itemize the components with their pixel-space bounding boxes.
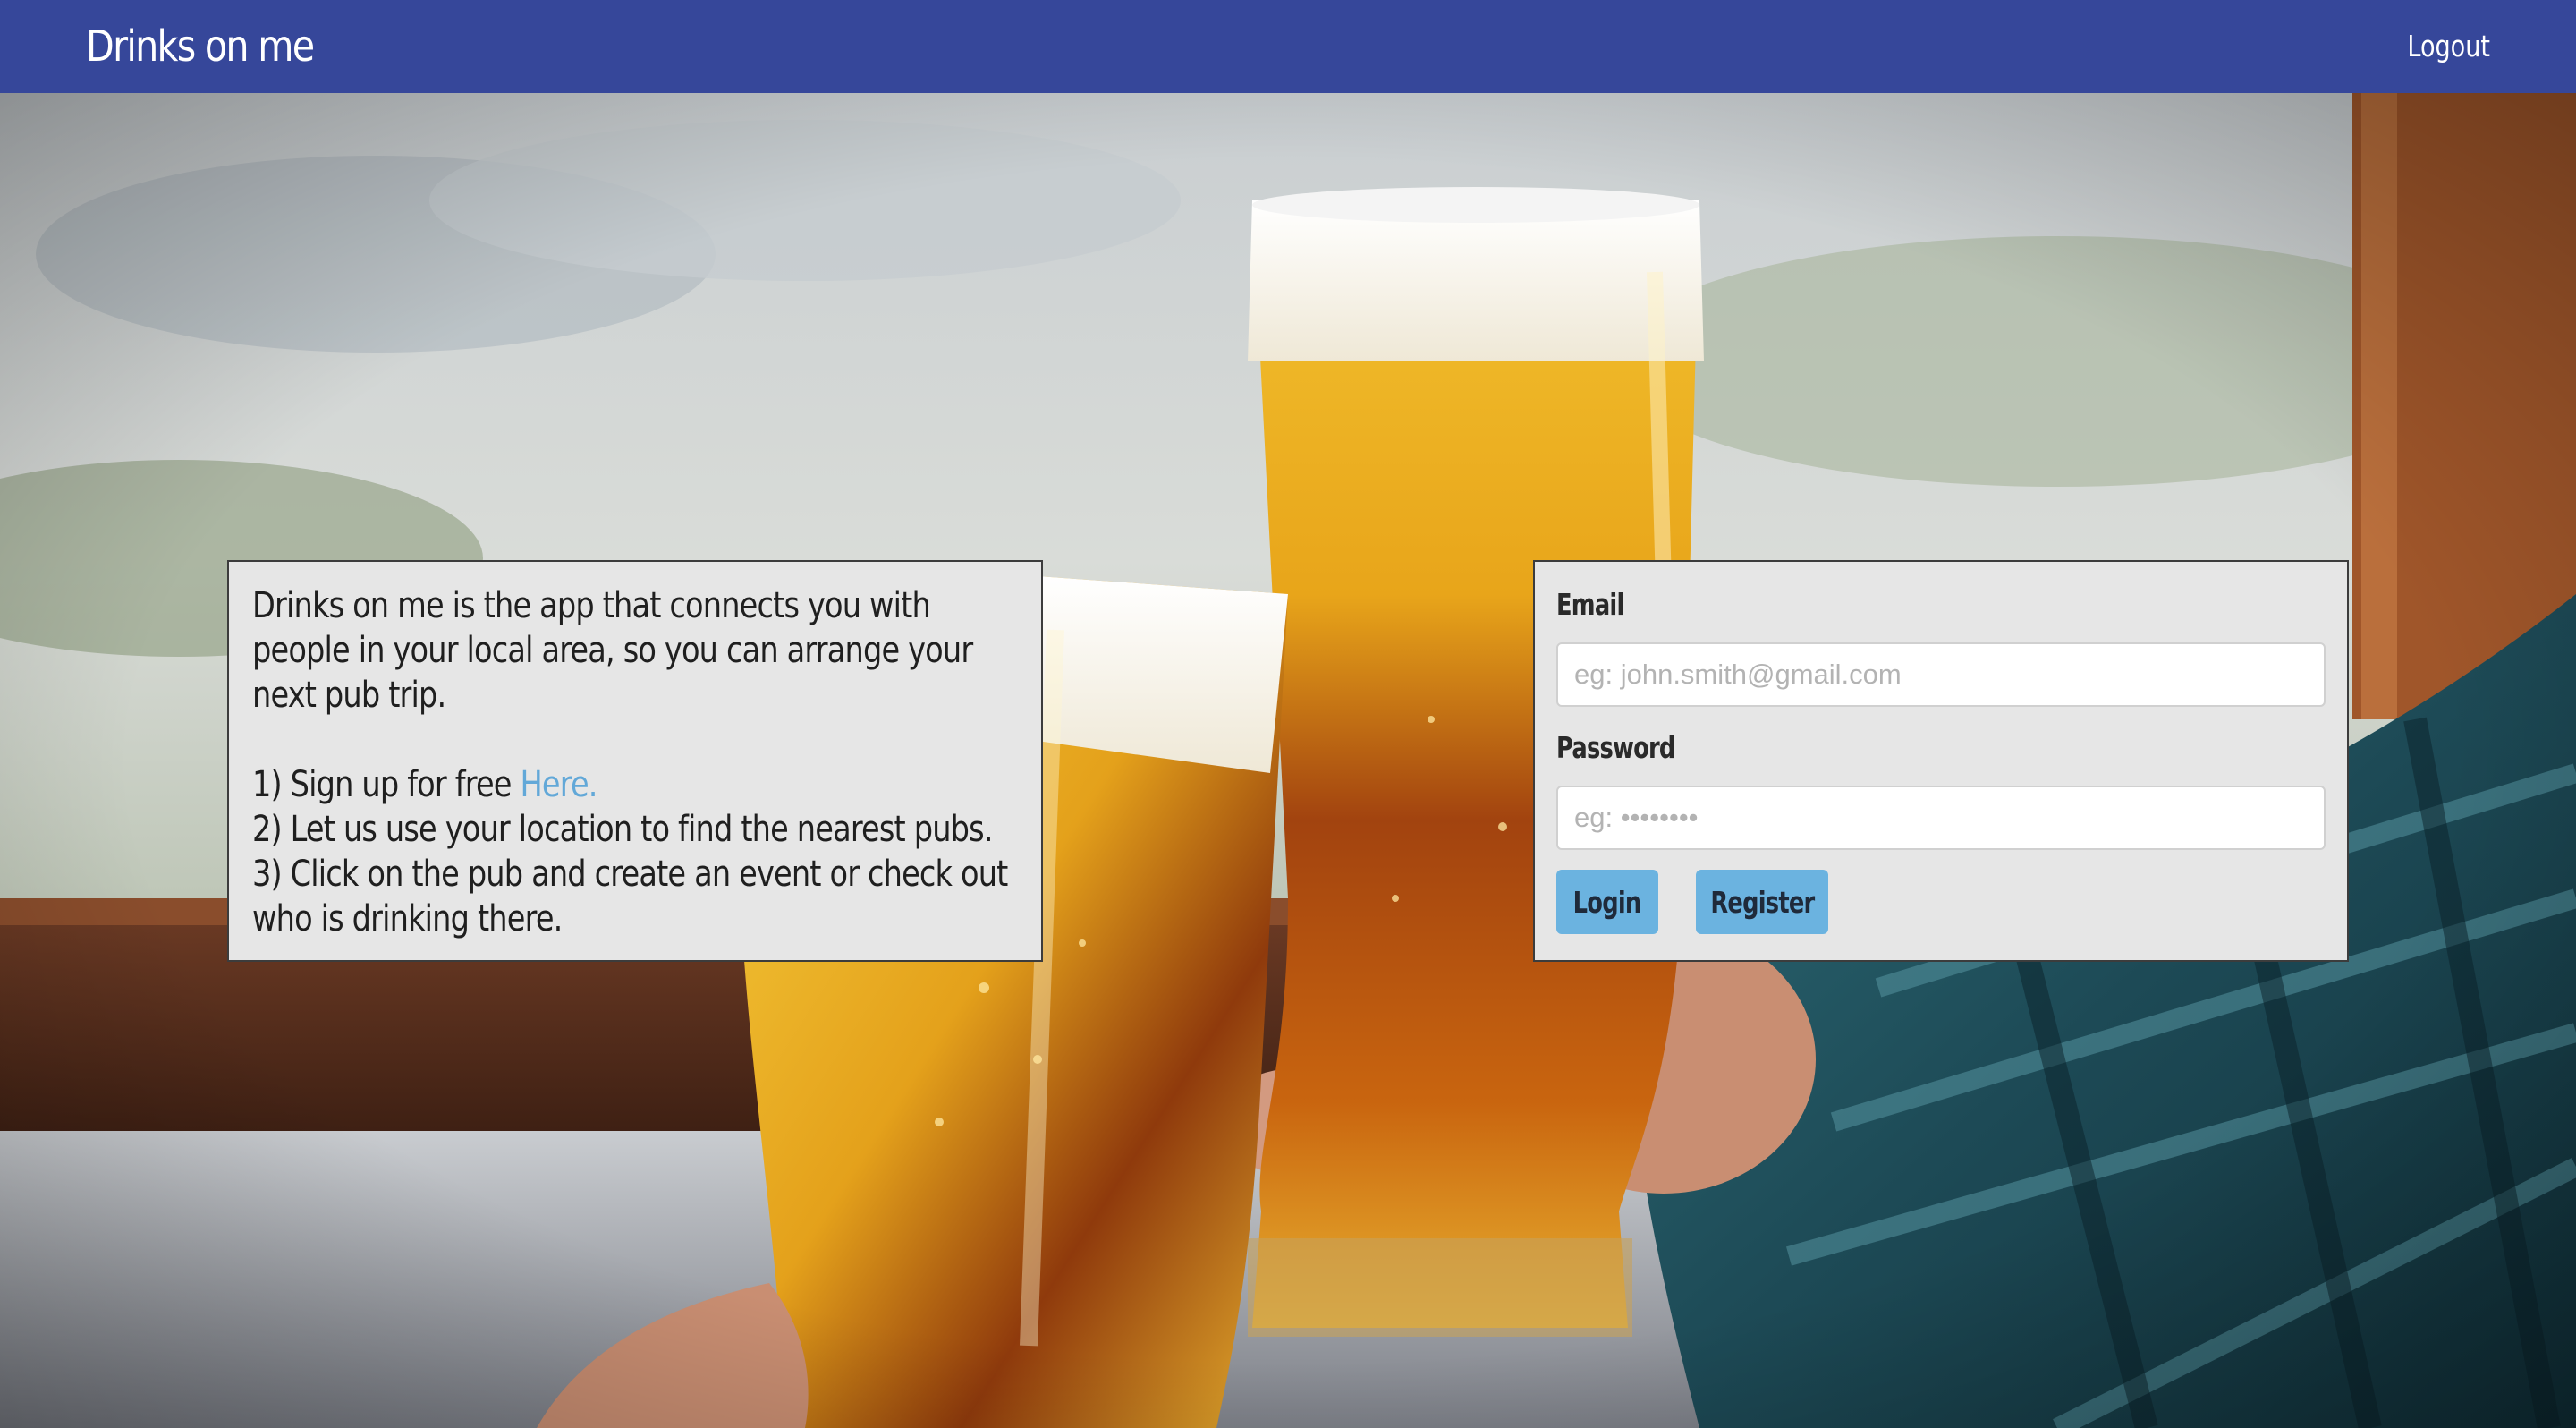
brand-logo[interactable]: Drinks on me: [86, 0, 315, 93]
password-field[interactable]: [1556, 786, 2326, 850]
app-info-text: Drinks on me is the app that connects yo…: [252, 583, 1034, 941]
app-info-panel: Drinks on me is the app that connects yo…: [227, 560, 1043, 962]
intro-text: Drinks on me is the app that connects yo…: [252, 585, 973, 716]
login-button[interactable]: Login: [1556, 870, 1658, 934]
login-button-label: Login: [1573, 884, 1642, 920]
step-3: 3) Click on the pub and create an event …: [252, 854, 1008, 939]
step-2: 2) Let us use your location to find the …: [252, 809, 994, 850]
login-form-panel: Email Password Login Register: [1533, 560, 2349, 962]
email-field[interactable]: [1556, 642, 2326, 707]
password-label: Password: [1556, 730, 1675, 765]
email-label: Email: [1556, 587, 1624, 622]
step-1: 1) Sign up for free Here.: [252, 762, 1034, 807]
signup-here-link[interactable]: Here.: [520, 764, 597, 805]
register-button[interactable]: Register: [1696, 870, 1828, 934]
step-1-text: 1) Sign up for free: [252, 764, 521, 805]
register-button-label: Register: [1710, 884, 1815, 920]
logout-link[interactable]: Logout: [2407, 0, 2490, 93]
top-navbar: Drinks on me Logout: [0, 0, 2576, 93]
